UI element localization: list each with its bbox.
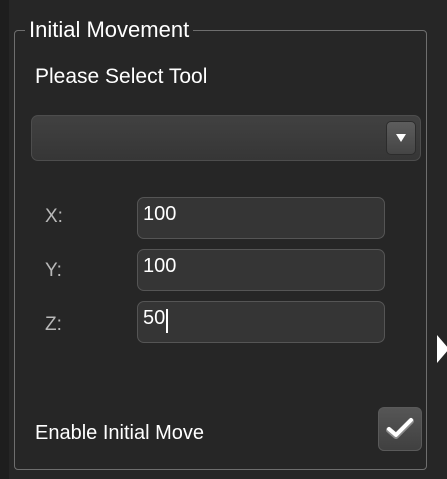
initial-movement-panel: Initial Movement Please Select Tool X: 1… (0, 0, 447, 479)
enable-initial-move-checkbox[interactable] (378, 407, 422, 451)
y-input[interactable]: 100 (137, 249, 385, 291)
caret-right-icon[interactable] (437, 335, 447, 363)
text-cursor (166, 309, 169, 333)
tool-select-dropdown[interactable] (31, 115, 421, 161)
y-input-value: 100 (143, 255, 177, 277)
tool-select-label: Please Select Tool (35, 65, 208, 88)
z-label: Z: (45, 314, 62, 335)
y-label: Y: (45, 260, 62, 281)
x-input-value: 100 (143, 203, 177, 225)
enable-initial-move-label: Enable Initial Move (35, 422, 204, 444)
z-input[interactable]: 50 (137, 301, 385, 343)
x-input[interactable]: 100 (137, 197, 385, 239)
panel-edge (0, 0, 9, 479)
checkmark-icon (386, 418, 414, 439)
dropdown-button[interactable] (386, 121, 416, 155)
group-title: Initial Movement (25, 17, 194, 43)
chevron-down-icon (396, 134, 406, 142)
z-input-value: 50 (143, 307, 166, 329)
x-label: X: (45, 206, 63, 227)
